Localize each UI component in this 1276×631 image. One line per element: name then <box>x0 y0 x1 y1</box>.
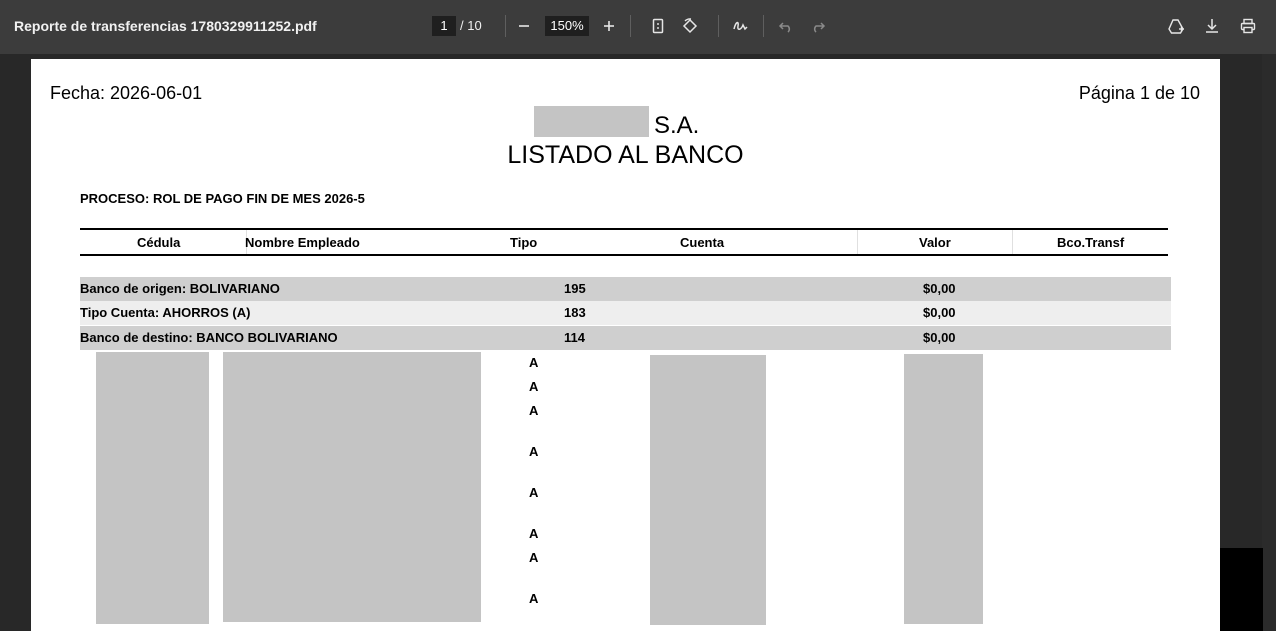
group-count: 183 <box>564 305 586 320</box>
draw-icon <box>733 21 748 31</box>
company-suffix: S.A. <box>654 112 700 139</box>
report-date: Fecha: 2026-06-01 <box>50 83 203 103</box>
zoom-in-button[interactable] <box>597 15 621 37</box>
undo-icon <box>778 22 791 33</box>
tipo-cell: A <box>529 444 539 459</box>
zoom-out-icon <box>519 25 529 27</box>
group-value: $0,00 <box>923 305 956 320</box>
group-value: $0,00 <box>923 281 956 296</box>
redacted-name-column <box>223 352 481 622</box>
draw-button[interactable] <box>728 15 752 37</box>
fit-page-icon <box>652 18 664 34</box>
pdf-toolbar: Reporte de transferencias 1780329911252.… <box>0 0 1276 54</box>
group-value: $0,00 <box>923 330 956 345</box>
download-icon <box>1206 19 1218 33</box>
add-to-drive-icon <box>1168 19 1184 34</box>
tipo-cell: A <box>529 526 539 541</box>
column-header-nombre: Nombre Empleado <box>245 235 360 250</box>
zoom-in-icon <box>604 21 614 31</box>
file-title: Reporte de transferencias 1780329911252.… <box>14 18 317 34</box>
group-label: Banco de destino: BANCO BOLIVARIANO <box>80 330 338 345</box>
redacted-account-column <box>650 355 766 625</box>
column-header-bco-transf: Bco.Transf <box>1057 235 1125 250</box>
tipo-cell: A <box>529 355 539 370</box>
overlay-region <box>1220 548 1263 631</box>
group-row-banco-origen: Banco de origen: BOLIVARIANO 195 $0,00 <box>80 277 1171 301</box>
document-viewer[interactable]: Fecha: 2026-06-01 Página 1 de 10 S.A. LI… <box>0 54 1276 631</box>
redacted-company-name <box>534 106 649 137</box>
print-button[interactable] <box>1236 15 1260 37</box>
page-number-input[interactable]: 1 <box>432 16 456 36</box>
fit-page-button[interactable] <box>646 15 670 37</box>
group-label: Tipo Cuenta: AHORROS (A) <box>80 305 251 320</box>
group-label: Banco de origen: BOLIVARIANO <box>80 281 280 296</box>
toolbar-divider <box>718 15 719 37</box>
tipo-cell: A <box>529 403 539 418</box>
redacted-cedula-column <box>96 352 209 624</box>
column-header-cuenta: Cuenta <box>680 235 725 250</box>
page-total: / 10 <box>460 18 482 33</box>
redacted-value-column <box>904 354 983 624</box>
zoom-out-button[interactable] <box>512 15 536 37</box>
column-header-tipo: Tipo <box>510 235 538 250</box>
download-button[interactable] <box>1200 15 1224 37</box>
redo-button[interactable] <box>806 15 830 37</box>
print-icon <box>1240 18 1256 34</box>
tipo-cell: A <box>529 550 539 565</box>
process-label: PROCESO: ROL DE PAGO FIN DE MES 2026-5 <box>80 191 365 206</box>
page-indicator: Página 1 de 10 <box>1078 83 1200 103</box>
table-header-rule <box>80 254 1168 256</box>
pdf-page: Fecha: 2026-06-01 Página 1 de 10 S.A. LI… <box>31 59 1220 631</box>
group-row-banco-destino: Banco de destino: BANCO BOLIVARIANO 114 … <box>80 326 1171 350</box>
group-count: 114 <box>564 330 585 345</box>
toolbar-divider <box>763 15 764 37</box>
group-row-tipo-cuenta: Tipo Cuenta: AHORROS (A) 183 $0,00 <box>80 301 1171 325</box>
rotate-button[interactable] <box>678 15 702 37</box>
rotate-icon <box>682 18 698 34</box>
column-header-valor: Valor <box>919 235 951 250</box>
add-to-drive-button[interactable] <box>1164 15 1188 37</box>
header-divider <box>857 230 858 254</box>
tipo-cell: A <box>529 591 539 606</box>
toolbar-divider <box>505 15 506 37</box>
toolbar-divider <box>630 15 631 37</box>
undo-button[interactable] <box>774 15 798 37</box>
tipo-cell: A <box>529 485 539 500</box>
redo-icon <box>813 22 826 33</box>
table-header-rule <box>80 228 1168 230</box>
column-header-cedula: Cédula <box>137 235 181 250</box>
report-title: LISTADO AL BANCO <box>507 141 744 169</box>
group-count: 195 <box>564 281 586 296</box>
zoom-level-input[interactable]: 150% <box>545 16 589 36</box>
vertical-scrollbar[interactable] <box>1262 54 1276 631</box>
tipo-cell: A <box>529 379 539 394</box>
header-divider <box>1012 230 1013 254</box>
